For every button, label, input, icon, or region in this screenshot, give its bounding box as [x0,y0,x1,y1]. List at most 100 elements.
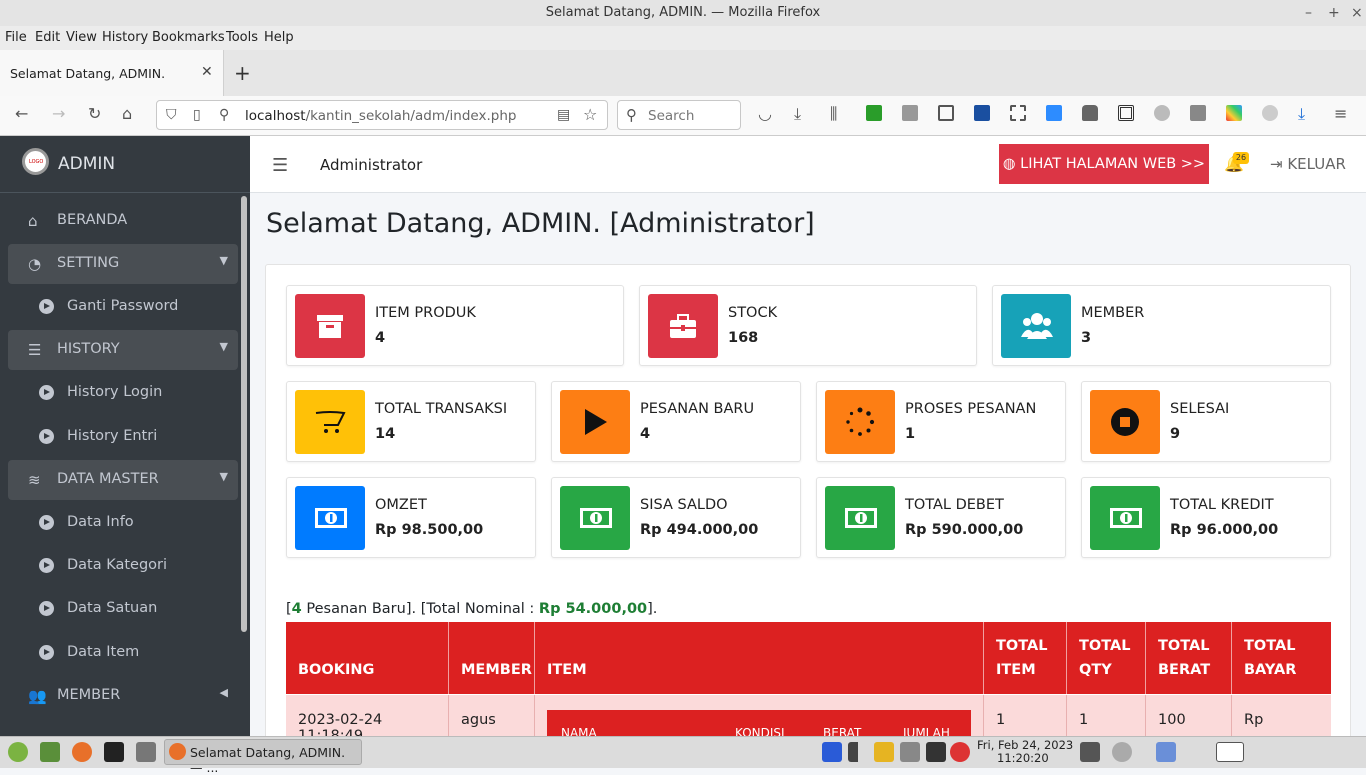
menu-history[interactable]: History [102,30,148,45]
stat-total-kredit: TOTAL KREDIT Rp 96.000,00 [1081,477,1331,558]
globe-icon[interactable] [1154,105,1170,121]
reader-view-icon[interactable]: ▤ [557,107,570,123]
sidebar-item-member[interactable]: 👥 MEMBER ◀ [8,676,238,716]
stat-stock: STOCK 168 [639,285,977,366]
close-tab-icon[interactable]: ✕ [201,64,213,80]
sidebar-item-label: DATA MASTER [57,471,159,487]
circle-arrow-icon [39,429,54,444]
sidebar-item-data-info[interactable]: Data Info [8,503,238,543]
start-menu-icon[interactable] [8,742,28,762]
pocket-icon[interactable]: ◡ [758,104,772,123]
minimize-icon[interactable]: – [1305,0,1312,26]
home-button-icon[interactable]: ⌂ [122,104,132,123]
spinner-icon [825,390,895,454]
app-menu-icon[interactable]: ≡ [1334,104,1347,123]
menu-tools[interactable]: Tools [226,30,258,45]
menu-bar: File Edit View History Bookmarks Tools H… [0,26,1366,50]
sidebar-item-setting[interactable]: ◔ SETTING ▼ [8,244,238,284]
search-placeholder: Search [648,108,695,124]
maximize-icon[interactable]: + [1328,0,1340,26]
table-header-total-item: TOTAL ITEM [984,622,1067,694]
sidebar-item-data-satuan[interactable]: Data Satuan [8,589,238,629]
table-header-total-qty: TOTAL QTY [1067,622,1146,694]
money-icon [295,486,365,550]
table-cell-total-qty: 1 [1067,695,1146,740]
notes-icon[interactable] [874,742,894,762]
new-orders-summary: [4 Pesanan Baru]. [Total Nominal : Rp 54… [286,601,658,617]
reload-icon[interactable]: ↻ [88,104,101,123]
qr-code-icon[interactable] [1118,105,1134,121]
library-icon[interactable]: ⫼ [830,104,837,124]
url-bar[interactable]: ⛉ ▯ ⚲ localhost/kantin_sekolah/adm/index… [156,100,608,130]
view-website-button[interactable]: ◍ LIHAT HALAMAN WEB >> [999,144,1209,184]
sidebar-item-history-login[interactable]: History Login [8,373,238,413]
brand[interactable]: LOGO ADMIN [0,136,250,193]
sidebar-item-ganti-password[interactable]: Ganti Password [8,287,238,327]
files-icon[interactable] [136,742,156,762]
menu-view[interactable]: View [66,30,97,45]
sidebar-item-history-entri[interactable]: History Entri [8,417,238,457]
extension-gray-icon[interactable] [902,105,918,121]
extension-circle-icon[interactable] [1262,105,1278,121]
volume-icon[interactable] [900,742,920,762]
browser-tab[interactable]: Selamat Datang, ADMIN. ✕ [0,50,224,96]
lock-extension-icon[interactable] [1082,105,1098,121]
sidebar-item-data-item[interactable]: Data Item [8,633,238,673]
new-tab-icon[interactable]: + [234,61,251,85]
sidebar-item-data-master[interactable]: ≋ DATA MASTER ▼ [8,460,238,500]
download-arrow-icon[interactable]: ⤓ [1298,104,1305,124]
taskbar-window-firefox[interactable]: Selamat Datang, ADMIN. — ... [164,739,362,775]
workspace-icon[interactable] [1112,742,1132,762]
firefox-tray-icon[interactable] [1156,742,1176,762]
stat-label: STOCK [728,305,778,321]
logout-button[interactable]: ⇥ KELUAR [1270,155,1346,173]
sidebar-item-data-kategori[interactable]: Data Kategori [8,546,238,586]
extension-info-icon[interactable] [1190,105,1206,121]
chevron-down-icon: ▼ [219,470,228,483]
stat-label: PESANAN BARU [640,401,755,417]
table-cell-total-berat: 100 [1146,695,1232,740]
downloads-icon[interactable]: ⤓ [794,104,801,124]
menu-help[interactable]: Help [264,30,294,45]
extension-grid-icon[interactable] [1010,105,1026,121]
sidebar-item-label: History Login [67,384,163,400]
back-icon[interactable]: ← [15,104,28,123]
battery-icon[interactable] [1080,742,1100,762]
search-bar[interactable]: ⚲ Search [617,100,741,130]
zoom-icon[interactable] [1046,105,1062,121]
stat-label: TOTAL TRANSAKSI [375,401,508,417]
search-icon: ⚲ [626,106,637,124]
clock[interactable]: Fri, Feb 24, 2023 11:20:20 [977,739,1073,765]
chevron-down-icon: ▼ [219,340,228,353]
show-desktop-icon[interactable] [40,742,60,762]
menu-edit[interactable]: Edit [35,30,60,45]
forward-icon[interactable]: → [52,104,65,123]
sidebar-item-beranda[interactable]: ⌂ BERANDA [8,201,238,241]
stat-total-debet: TOTAL DEBET Rp 590.000,00 [816,477,1066,558]
chevron-down-icon: ▼ [219,254,228,267]
security-shield-icon[interactable] [950,742,970,762]
network-icon[interactable] [848,742,868,762]
money-icon [560,486,630,550]
workspace-switcher-icon[interactable] [1216,742,1244,762]
logo: LOGO [22,148,49,175]
circle-arrow-icon [39,601,54,616]
menu-bookmarks[interactable]: Bookmarks [152,30,225,45]
menu-file[interactable]: File [5,30,27,45]
extension-green-icon[interactable] [866,105,882,121]
extension-download-icon[interactable] [974,105,990,121]
close-window-icon[interactable]: × [1351,0,1363,26]
hamburger-menu-icon[interactable]: ☰ [272,155,288,176]
stat-value: 1 [905,426,916,442]
bluetooth-icon[interactable] [822,742,842,762]
bookmark-star-icon[interactable]: ☆ [583,105,597,124]
terminal-icon[interactable] [104,742,124,762]
sidebar-item-history[interactable]: ☰ HISTORY ▼ [8,330,238,370]
stat-value: 3 [1081,330,1092,346]
sidebar-toggle-icon[interactable] [938,105,954,121]
firefox-launcher-icon[interactable] [72,742,92,762]
colorful-extension-icon[interactable] [1226,105,1242,121]
view-website-label: LIHAT HALAMAN WEB >> [1020,156,1206,172]
sidebar-scrollbar[interactable] [241,196,247,632]
bluetooth-status-icon[interactable] [926,742,946,762]
